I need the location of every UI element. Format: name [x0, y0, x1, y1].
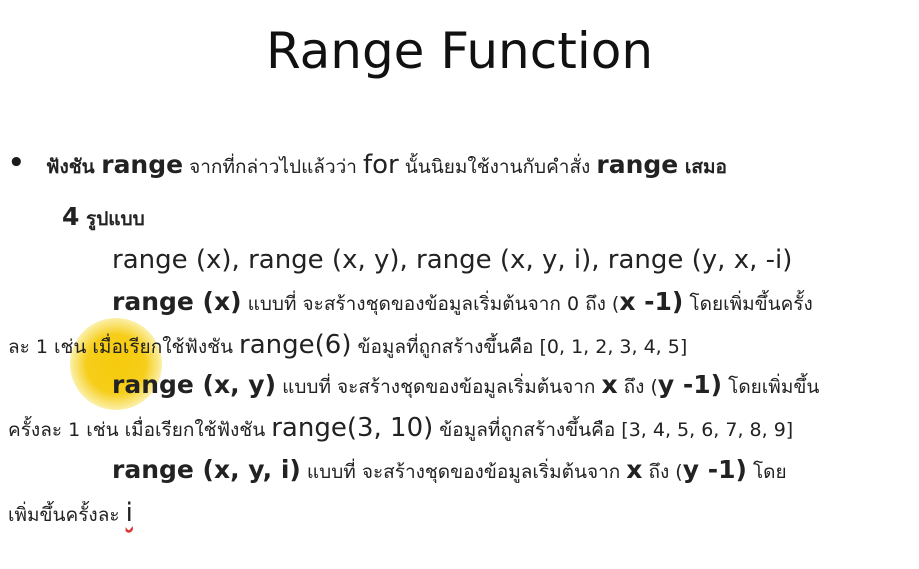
text-span: ฟังชัน — [46, 156, 102, 178]
text-span: ข้อมูลที่ถูกสร้างขึ้นคือ [3, 4, 5, 6, 7,… — [433, 419, 794, 441]
slide-title: Range Function — [265, 22, 654, 80]
text-span: ถึง ( — [642, 461, 683, 483]
text-span: range (x, y) — [112, 370, 277, 399]
text-span: แบบที่ จะสร้างชุดของข้อมูลเริ่มต้นจาก 0 … — [241, 293, 620, 315]
text-span: x -1) — [619, 287, 684, 316]
text-span: เสมอ — [678, 156, 727, 178]
text-span: ข้อมูลที่ถูกสร้างขึ้นคือ [0, 1, 2, 3, 4,… — [351, 336, 688, 358]
text-line-9: เพิ่มขึ้นครั้งละ i — [8, 498, 133, 530]
text-line-5: ละ 1 เช่น เมื่อเรียกใช้ฟังชัน range(6) ข… — [8, 330, 687, 362]
text-span: แบบที่ จะสร้างชุดของข้อมูลเริ่มต้นจาก — [276, 376, 602, 398]
text-span: x — [601, 370, 618, 399]
text-line-1: ฟังชัน range จากที่กล่าวไปแล้วว่า for นั… — [46, 150, 727, 182]
text-line-7: ครั้งละ 1 เช่น เมื่อเรียกใช้ฟังชัน range… — [8, 413, 793, 445]
text-span: โดยเพิ่มขึ้น — [722, 376, 820, 398]
text-span: y -1) — [682, 455, 747, 484]
text-span: 4 — [62, 202, 80, 231]
text-span: range(6) — [239, 330, 352, 360]
text-span: เพิ่มขึ้นครั้งละ — [8, 504, 126, 526]
text-line-2: 4 รูปแบบ — [62, 202, 145, 234]
text-span: range (x, y, i) — [112, 455, 301, 484]
text-span: x — [626, 455, 643, 484]
text-span: จากที่กล่าวไปแล้วว่า — [183, 156, 363, 178]
keyword-range: range — [101, 150, 184, 179]
text-span: ละ 1 เช่น เมื่อเรียกใช้ฟังชัน — [8, 336, 240, 358]
text-line-8: range (x, y, i) แบบที่ จะสร้างชุดของข้อม… — [112, 455, 787, 487]
text-line-3: range (x), range (x, y), range (x, y, i)… — [112, 245, 793, 275]
slide: Range Function • ฟังชัน range จากที่กล่า… — [0, 0, 919, 569]
text-span: y -1) — [657, 370, 723, 399]
bullet-icon: • — [8, 148, 25, 178]
text-span: รูปแบบ — [79, 208, 145, 230]
text-span: i — [125, 498, 133, 528]
text-span: range(3, 10) — [271, 413, 434, 443]
text-span: โดย — [746, 461, 787, 483]
text-span: โดยเพิ่มขึ้นครั้ง — [683, 293, 813, 315]
keyword-range: range — [596, 150, 679, 179]
text-span: นั้นนิยมใช้งานกับคำสั่ง — [398, 156, 597, 178]
text-span: ครั้งละ 1 เช่น เมื่อเรียกใช้ฟังชัน — [8, 419, 272, 441]
text-line-4: range (x) แบบที่ จะสร้างชุดของข้อมูลเริ่… — [112, 287, 813, 319]
text-span: ถึง ( — [617, 376, 658, 398]
keyword-for: for — [363, 150, 399, 180]
text-line-6: range (x, y) แบบที่ จะสร้างชุดของข้อมูลเ… — [112, 370, 819, 402]
text-span: แบบที่ จะสร้างชุดของข้อมูลเริ่มต้นจาก — [300, 461, 627, 483]
text-span: range (x) — [112, 287, 242, 316]
